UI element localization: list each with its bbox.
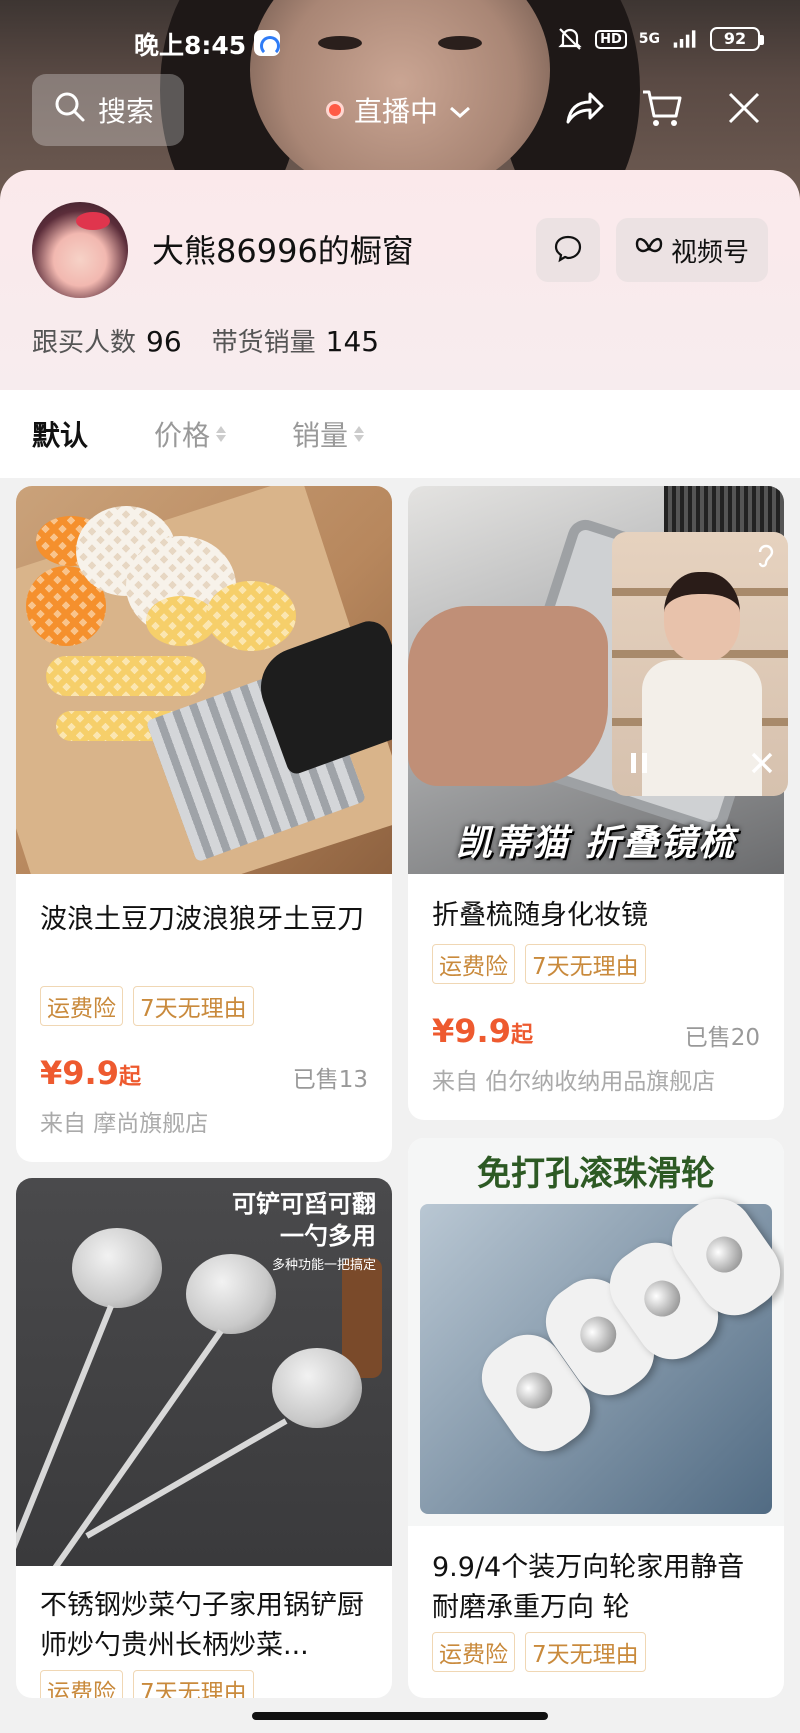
product-sold: 已售20 [684, 1025, 760, 1051]
sort-arrows-icon [354, 426, 365, 442]
close-icon[interactable] [722, 86, 766, 130]
product-card[interactable]: 免打孔滚珠滑轮 9.9/4个装万向轮家用静音耐磨承重万向 轮 运费险 7天无理由 [408, 1138, 784, 1698]
tag-shipping-insurance: 运费险 [432, 1632, 515, 1672]
price-value: ¥9.9 [40, 1054, 119, 1092]
search-label: 搜索 [98, 95, 155, 128]
shop-stats: 跟买人数 96 带货销量 145 [32, 322, 379, 359]
tag-shipping-insurance: 运费险 [40, 1670, 123, 1698]
image-caption: 免打孔滚珠滑轮 [477, 1154, 715, 1194]
price-value: ¥9.9 [432, 1012, 511, 1050]
sort-default[interactable]: 默认 [32, 414, 88, 454]
sort-price-label: 价格 [154, 419, 211, 452]
product-tags: 运费险 7天无理由 [40, 986, 254, 1026]
sort-bar: 默认 价格 销量 [0, 390, 800, 478]
price-suffix: 起 [118, 1065, 141, 1090]
hd-badge: HD [595, 29, 627, 49]
tag-7-day-return: 7天无理由 [525, 944, 646, 984]
mute-bell-icon [557, 26, 583, 52]
sort-arrows-icon [216, 426, 227, 442]
sales-value: 145 [325, 325, 380, 358]
product-title: 波浪土豆刀波浪狼牙土豆刀 [40, 904, 364, 935]
product-price: ¥9.9起 [432, 1012, 533, 1050]
tag-7-day-return: 7天无理由 [525, 1632, 646, 1672]
battery-indicator: 92 [710, 27, 764, 51]
live-dot-icon [326, 101, 344, 119]
product-card[interactable]: 波浪土豆刀波浪狼牙土豆刀 运费险 7天无理由 ¥9.9起 已售13 来自 摩尚旗… [16, 486, 392, 1162]
product-tags: 运费险 7天无理由 [40, 1670, 254, 1698]
product-title: 9.9/4个装万向轮家用静音耐磨承重万向 轮 [432, 1552, 745, 1623]
live-status-dropdown[interactable]: 直播中 [326, 90, 472, 130]
product-image: 可铲可舀可翻 一勺多用 多种功能一把搞定 [16, 1178, 392, 1566]
search-button[interactable]: 搜索 [32, 74, 184, 146]
network-label: 5G [638, 31, 660, 47]
product-store: 来自 摩尚旗舰店 [40, 1111, 209, 1137]
live-label: 直播中 [354, 95, 439, 128]
sort-price[interactable]: 价格 [154, 414, 227, 454]
signal-icon [672, 26, 698, 52]
ear-icon[interactable] [754, 542, 778, 574]
image-caption-2: 一勺多用 [280, 1222, 376, 1250]
close-pip-icon[interactable] [750, 751, 774, 782]
tag-shipping-insurance: 运费险 [40, 986, 123, 1026]
shop-header: 大熊86996的橱窗 视频号 跟买人数 96 带货销量 145 [0, 170, 800, 390]
chat-button[interactable] [536, 218, 600, 282]
search-icon [54, 91, 86, 130]
sort-sales-label: 销量 [292, 419, 349, 452]
product-card[interactable]: 可铲可舀可翻 一勺多用 多种功能一把搞定 不锈钢炒菜勺子家用锅铲厨师炒勺贵州长柄… [16, 1178, 392, 1698]
sort-sales[interactable]: 销量 [292, 414, 365, 454]
app-indicator-icon [254, 30, 280, 56]
product-image [16, 486, 392, 874]
chevron-down-icon [448, 94, 472, 127]
price-suffix: 起 [510, 1023, 533, 1048]
butterfly-icon [635, 235, 663, 265]
share-icon[interactable] [562, 86, 606, 130]
home-indicator[interactable] [252, 1712, 548, 1720]
tag-shipping-insurance: 运费险 [432, 944, 515, 984]
tag-7-day-return: 7天无理由 [133, 986, 254, 1026]
image-caption-3: 多种功能一把搞定 [271, 1258, 376, 1273]
chat-bubble-icon [553, 233, 583, 267]
pause-icon[interactable] [628, 751, 650, 782]
image-caption-1: 可铲可舀可翻 [232, 1190, 376, 1218]
sales-stat: 带货销量 145 [212, 322, 379, 359]
product-image: 免打孔滚珠滑轮 [408, 1138, 784, 1526]
tag-7-day-return: 7天无理由 [133, 1670, 254, 1698]
cart-icon[interactable] [640, 86, 684, 130]
video-channel-button[interactable]: 视频号 [616, 218, 768, 282]
product-tags: 运费险 7天无理由 [432, 944, 646, 984]
product-title: 折叠梳随身化妆镜 [432, 900, 648, 931]
product-tags: 运费险 7天无理由 [432, 1632, 646, 1672]
product-price: ¥9.9起 [40, 1054, 141, 1092]
floating-live-window[interactable] [612, 532, 788, 796]
product-sold: 已售13 [292, 1067, 368, 1093]
product-store: 来自 伯尔纳收纳用品旗舰店 [432, 1069, 716, 1095]
image-caption: 凯蒂猫 折叠镜梳 [455, 823, 737, 864]
followers-label: 跟买人数 [32, 328, 137, 358]
shop-name: 大熊86996的橱窗 [152, 232, 414, 270]
sales-label: 带货销量 [211, 328, 316, 358]
product-title: 不锈钢炒菜勺子家用锅铲厨师炒勺贵州长柄炒菜... [40, 1590, 364, 1661]
avatar[interactable] [32, 202, 128, 298]
status-bar: 晚上8:45 HD 5G 92 [0, 0, 800, 80]
status-time: 晚上8:45 [134, 31, 247, 60]
followers-value: 96 [146, 325, 182, 358]
video-channel-label: 视频号 [670, 237, 749, 268]
followers-stat: 跟买人数 96 [32, 322, 182, 359]
